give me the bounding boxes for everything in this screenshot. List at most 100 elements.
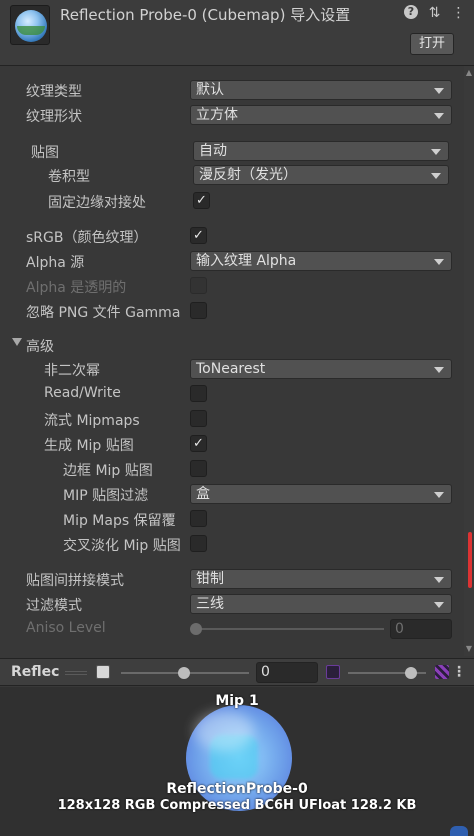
scroll-up-icon[interactable]: ▲ <box>466 68 472 77</box>
srgb-checkbox[interactable]: ✓ <box>190 227 207 244</box>
generate-mipmaps-row: 生成 Mip 贴图 ✓ <box>0 432 474 456</box>
filter-mode-dropdown[interactable]: 三线 <box>190 594 452 614</box>
alpha-is-transparency-checkbox[interactable] <box>190 277 207 294</box>
srgb-row: sRGB（颜色纹理） ✓ <box>0 224 474 248</box>
streaming-mipmaps-checkbox[interactable] <box>190 410 207 427</box>
srgb-label: sRGB（颜色纹理） <box>26 230 148 246</box>
filter-mode-row: 过滤模式 三线 <box>0 592 474 616</box>
convolution-label: 卷积型 <box>48 169 90 185</box>
dropdown-arrow-icon <box>434 602 444 608</box>
non-power-of-2-value: ToNearest <box>196 361 266 377</box>
collab-badge-icon <box>450 826 468 836</box>
filter-mode-value: 三线 <box>196 596 224 612</box>
texture-type-row: 纹理类型 默认 <box>0 78 474 102</box>
mipmap-filtering-value: 盒 <box>196 486 210 502</box>
fadeout-mipmaps-checkbox[interactable] <box>190 535 207 552</box>
fadeout-mipmaps-row: 交叉淡化 Mip 贴图 <box>0 532 474 556</box>
inspector-header: Reflection Probe-0 (Cubemap) 导入设置 ? ⇅ ⋮ … <box>0 0 474 66</box>
streaming-mipmaps-label: 流式 Mipmaps <box>44 413 140 429</box>
border-mipmaps-checkbox[interactable] <box>190 460 207 477</box>
checkmark-icon: ✓ <box>193 436 204 451</box>
mipmap-filtering-row: MIP 贴图过滤 盒 <box>0 482 474 506</box>
aniso-slider-track[interactable] <box>196 628 384 630</box>
filter-mode-label: 过滤模式 <box>26 598 82 614</box>
texture-shape-value: 立方体 <box>196 107 238 123</box>
preserve-coverage-checkbox[interactable] <box>190 510 207 527</box>
dropdown-arrow-icon <box>434 113 444 119</box>
aniso-slider-knob[interactable] <box>190 623 202 635</box>
sphere-preview-icon <box>15 10 47 42</box>
fixup-edge-seams-row: 固定边缘对接处 ✓ <box>0 189 474 213</box>
fixup-edge-seams-checkbox[interactable]: ✓ <box>193 192 210 209</box>
checkmark-icon: ✓ <box>196 193 207 208</box>
convolution-row: 卷积型 漫反射（发光） <box>0 163 474 187</box>
texture-type-value: 默认 <box>196 82 224 98</box>
cubemap-thumbnail <box>10 5 50 45</box>
exposure-slider-knob[interactable] <box>405 667 417 679</box>
drag-handle-icon[interactable] <box>65 671 87 675</box>
alpha-source-value: 输入纹理 Alpha <box>196 253 297 269</box>
alpha-source-label: Alpha 源 <box>26 255 85 271</box>
preview-area: Mip 1 ReflectionProbe-0 128x128 RGB Comp… <box>0 687 474 836</box>
aniso-level-row: Aniso Level 0 <box>0 617 474 641</box>
generate-mipmaps-checkbox[interactable]: ✓ <box>190 435 207 452</box>
texture-shape-row: 纹理形状 立方体 <box>0 103 474 127</box>
read-write-label: Read/Write <box>44 385 121 401</box>
mip-level-icon <box>96 665 110 679</box>
wrap-mode-dropdown[interactable]: 钳制 <box>190 569 452 589</box>
alpha-is-transparency-label: Alpha 是透明的 <box>26 280 127 296</box>
advanced-label: 高级 <box>26 339 54 355</box>
mipmap-filtering-dropdown[interactable]: 盒 <box>190 484 452 504</box>
preserve-coverage-label: Mip Maps 保留覆 <box>63 513 176 529</box>
foldout-arrow-icon <box>12 338 22 346</box>
scroll-down-icon[interactable]: ▼ <box>466 644 472 653</box>
mipmap-filtering-label: MIP 贴图过滤 <box>63 488 149 504</box>
scroll-position-indicator[interactable] <box>468 532 472 588</box>
ignore-png-gamma-checkbox[interactable] <box>190 302 207 319</box>
preview-title[interactable]: Reflec <box>11 664 59 680</box>
exposure-low-icon <box>326 665 340 679</box>
texture-type-dropdown[interactable]: 默认 <box>190 80 452 100</box>
mip-slider-knob[interactable] <box>178 667 190 679</box>
mapping-dropdown[interactable]: 自动 <box>193 141 449 161</box>
dropdown-arrow-icon <box>434 88 444 94</box>
alpha-source-row: Alpha 源 输入纹理 Alpha <box>0 249 474 273</box>
read-write-checkbox[interactable] <box>190 385 207 402</box>
border-mipmaps-row: 边框 Mip 贴图 <box>0 457 474 481</box>
wrap-mode-row: 贴图间拼接模式 钳制 <box>0 567 474 591</box>
mapping-label: 贴图 <box>31 145 59 161</box>
dropdown-arrow-icon <box>431 149 441 155</box>
texture-shape-dropdown[interactable]: 立方体 <box>190 105 452 125</box>
open-button[interactable]: 打开 <box>410 33 454 55</box>
dropdown-arrow-icon <box>434 259 444 265</box>
advanced-foldout[interactable]: 高级 <box>0 333 474 357</box>
fixup-edge-seams-label: 固定边缘对接处 <box>48 195 146 211</box>
ignore-png-gamma-label: 忽略 PNG 文件 Gamma <box>26 305 181 321</box>
preset-icon[interactable]: ⇅ <box>427 5 442 21</box>
preview-menu-icon[interactable]: ⋮ <box>452 664 466 680</box>
dropdown-arrow-icon <box>434 367 444 373</box>
aniso-level-label: Aniso Level <box>26 620 106 636</box>
mip-value-field[interactable]: 0 <box>256 662 318 683</box>
non-power-of-2-row: 非二次幂 ToNearest <box>0 357 474 381</box>
border-mipmaps-label: 边框 Mip 贴图 <box>63 463 153 479</box>
checkmark-icon: ✓ <box>193 228 204 243</box>
alpha-source-dropdown[interactable]: 输入纹理 Alpha <box>190 251 452 271</box>
preview-toolbar: Reflec 0 ⋮ <box>0 658 474 686</box>
ignore-png-gamma-row: 忽略 PNG 文件 Gamma <box>0 299 474 323</box>
wrap-mode-value: 钳制 <box>196 571 224 587</box>
dropdown-arrow-icon <box>434 492 444 498</box>
aniso-level-field[interactable]: 0 <box>390 619 452 639</box>
non-power-of-2-dropdown[interactable]: ToNearest <box>190 359 452 379</box>
convolution-dropdown[interactable]: 漫反射（发光） <box>193 165 449 185</box>
header-icons: ? ⇅ ⋮ <box>404 5 466 21</box>
fadeout-mipmaps-label: 交叉淡化 Mip 贴图 <box>63 538 181 554</box>
more-icon[interactable]: ⋮ <box>451 5 466 21</box>
mapping-value: 自动 <box>199 143 227 159</box>
help-icon[interactable]: ? <box>404 5 418 19</box>
header-title: Reflection Probe-0 (Cubemap) 导入设置 <box>60 6 351 24</box>
preserve-coverage-row: Mip Maps 保留覆 <box>0 507 474 531</box>
alpha-is-transparency-row: Alpha 是透明的 <box>0 274 474 298</box>
texture-info: 128x128 RGB Compressed BC6H UFloat 128.2… <box>57 798 417 813</box>
mapping-row: 贴图 自动 <box>0 139 474 163</box>
